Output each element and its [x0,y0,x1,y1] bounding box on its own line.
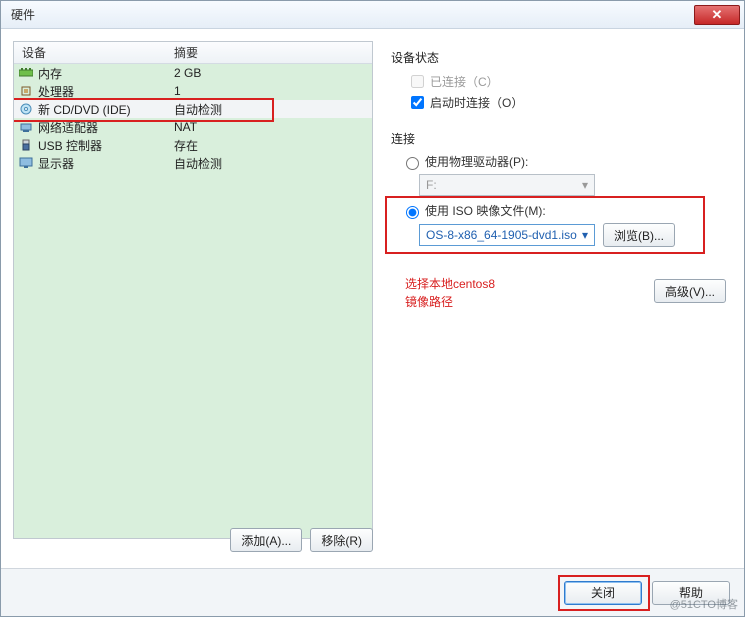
close-button[interactable]: 关闭 [564,581,642,605]
dialog-footer: 关闭 帮助 [1,568,744,616]
connected-label: 已连接（C） [430,73,499,90]
hw-row-cpu[interactable]: 处理器 1 [14,82,372,100]
hw-row-display[interactable]: 显示器 自动检测 [14,154,372,172]
hw-name: 新 CD/DVD (IDE) [38,101,131,118]
hw-row-network[interactable]: 网络适配器 NAT [14,118,372,136]
hw-name: 显示器 [38,155,74,172]
hw-summary: 自动检测 [174,155,368,172]
hw-row-cddvd[interactable]: 新 CD/DVD (IDE) 自动检测 [14,100,372,118]
chevron-down-icon: ▾ [582,228,588,242]
physical-drive-select[interactable]: F: ▾ [419,174,726,196]
hw-summary: 1 [174,84,368,98]
help-button[interactable]: 帮助 [652,581,730,605]
list-header: 设备 摘要 [14,42,372,64]
col-summary: 摘要 [174,44,372,61]
memory-icon [18,66,34,80]
physical-label: 使用物理驱动器(P): [425,153,528,170]
hw-name: USB 控制器 [38,137,102,154]
col-device: 设备 [14,44,174,61]
hardware-dialog: 硬件 ✕ 设备 摘要 内存 2 GB [0,0,745,617]
content-area: 设备 摘要 内存 2 GB [1,29,744,551]
list-buttons: 添加(A)... 移除(R) [13,528,373,552]
iso-label: 使用 ISO 映像文件(M): [425,202,546,219]
hw-row-usb[interactable]: USB 控制器 存在 [14,136,372,154]
network-icon [18,120,34,134]
on-power-checkbox[interactable] [411,96,424,109]
window-title: 硬件 [11,6,694,23]
hw-row-memory[interactable]: 内存 2 GB [14,64,372,82]
settings-pane: 设备状态 已连接（C） 启动时连接（O） 连接 使用物理驱动器(P): F: ▾ [383,41,732,539]
connected-checkbox-row: 已连接（C） [407,72,726,91]
connected-checkbox [411,75,424,88]
browse-button[interactable]: 浏览(B)... [603,223,675,247]
annotation-text: 选择本地centos8 镜像路径 [405,275,495,311]
status-title: 设备状态 [391,49,726,66]
hw-name: 网络适配器 [38,119,98,136]
connect-title: 连接 [391,130,726,147]
hw-summary: NAT [174,120,368,134]
physical-radio-row[interactable]: 使用物理驱动器(P): [401,153,726,170]
iso-radio-row[interactable]: 使用 ISO 映像文件(M): [401,202,726,219]
chevron-down-icon: ▾ [582,178,588,192]
iso-value: OS-8-x86_64-1905-dvd1.iso [426,228,577,242]
remove-button[interactable]: 移除(R) [310,528,373,552]
hw-summary: 自动检测 [174,101,368,118]
titlebar: 硬件 ✕ [1,1,744,29]
usb-icon [18,138,34,152]
list-body: 内存 2 GB 处理器 1 [14,64,372,538]
cpu-icon [18,84,34,98]
hardware-list-pane: 设备 摘要 内存 2 GB [13,41,373,539]
iso-radio[interactable] [406,206,419,219]
on-power-checkbox-row[interactable]: 启动时连接（O） [407,93,726,112]
close-icon[interactable]: ✕ [694,5,740,25]
hw-summary: 2 GB [174,66,368,80]
hw-summary: 存在 [174,137,368,154]
hw-name: 处理器 [38,83,74,100]
iso-path-select[interactable]: OS-8-x86_64-1905-dvd1.iso ▾ [419,224,595,246]
hw-name: 内存 [38,65,62,82]
physical-radio[interactable] [406,157,419,170]
advanced-button[interactable]: 高级(V)... [654,279,726,303]
on-power-label: 启动时连接（O） [430,94,523,111]
add-button[interactable]: 添加(A)... [230,528,302,552]
physical-drive-value: F: [426,178,437,192]
display-icon [18,156,34,170]
disc-icon [18,102,34,116]
